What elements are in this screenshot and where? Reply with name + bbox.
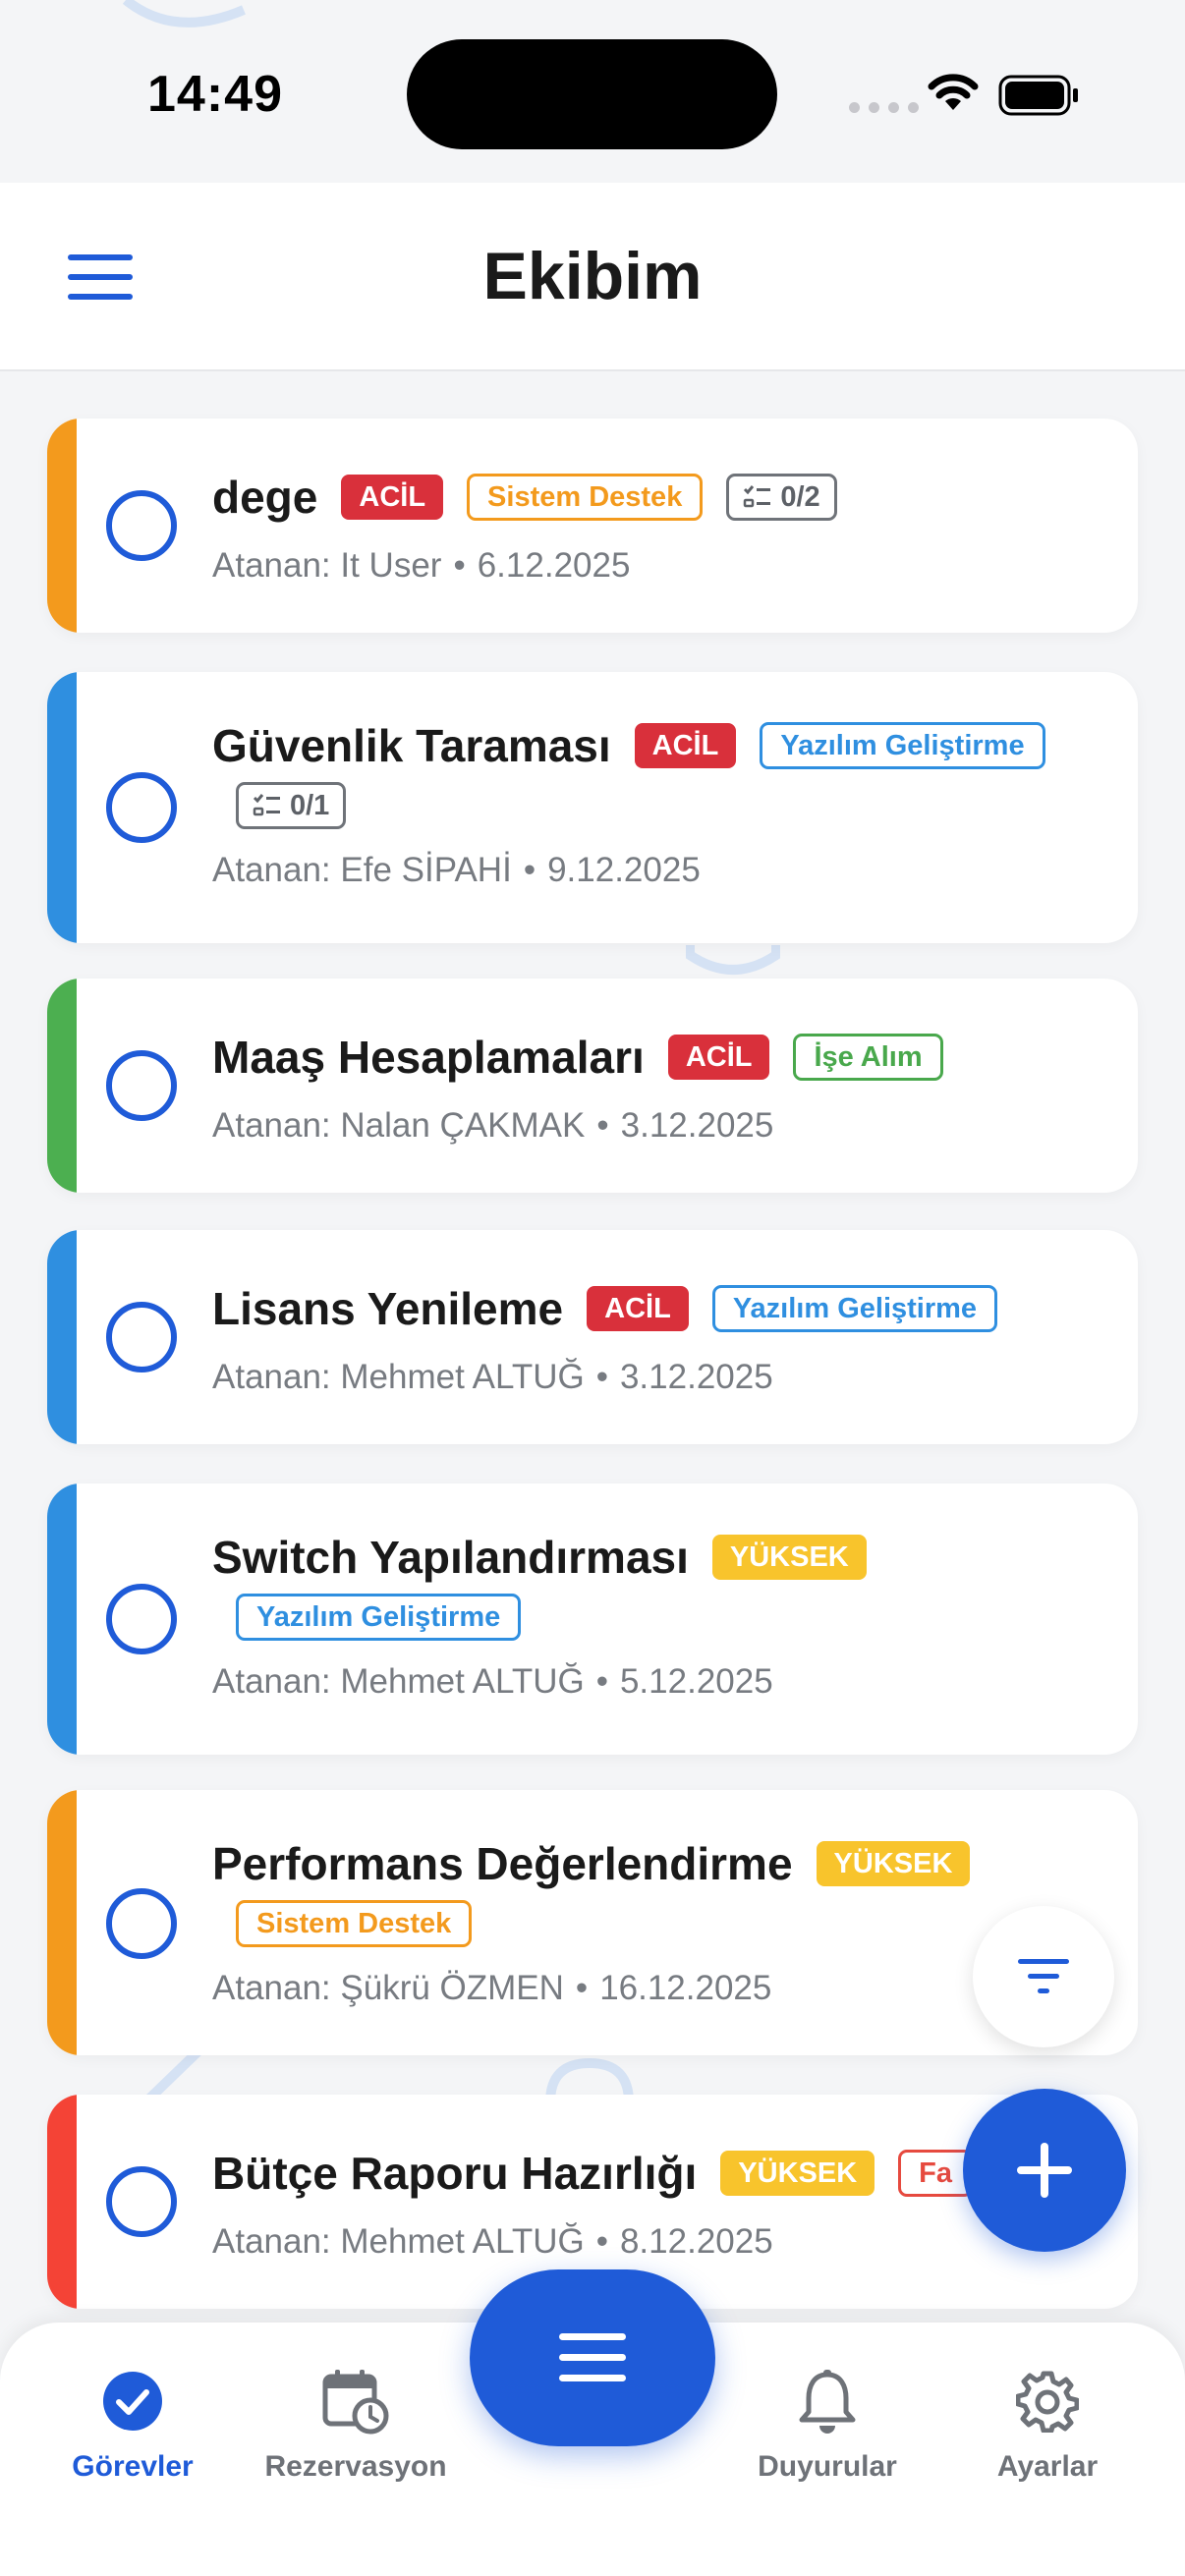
- task-date: 5.12.2025: [619, 1662, 773, 1701]
- tab-tasks-label: Görevler: [72, 2450, 194, 2483]
- meta-separator: •: [595, 1358, 608, 1396]
- category-badge: Yazılım Geliştirme: [236, 1594, 522, 1641]
- page-title: Ekibim: [482, 239, 703, 313]
- task-title: Güvenlik Taraması: [212, 720, 611, 771]
- meta-separator: •: [575, 1969, 589, 2007]
- category-badge: Fa: [898, 2150, 973, 2197]
- meta-separator: •: [523, 851, 536, 889]
- main-menu-button[interactable]: [470, 2269, 715, 2446]
- bell-icon: [799, 2370, 856, 2434]
- task-accent-bar: [47, 672, 77, 943]
- tab-reservation[interactable]: Rezervasyon: [257, 2362, 454, 2484]
- battery-icon: [998, 75, 1078, 116]
- category-badge: Sistem Destek: [236, 1900, 473, 1947]
- task-date: 16.12.2025: [599, 1969, 772, 2007]
- priority-badge: ACİL: [634, 723, 737, 768]
- dynamic-island: [407, 39, 777, 149]
- task-title: dege: [212, 472, 318, 523]
- subtask-count: 0/1: [290, 790, 330, 821]
- priority-badge: ACİL: [667, 1035, 770, 1080]
- complete-task-checkbox[interactable]: [106, 490, 177, 561]
- task-card[interactable]: Performans Değerlendirme YÜKSEK Sistem D…: [47, 1790, 1138, 2055]
- task-title: Maaş Hesaplamaları: [212, 1032, 645, 1083]
- task-assignee: Atanan: Efe SİPAHİ: [212, 851, 512, 889]
- tab-tasks[interactable]: Görevler: [69, 2362, 197, 2484]
- task-assignee: Atanan: Nalan ÇAKMAK: [212, 1106, 586, 1145]
- task-accent-bar: [47, 1484, 77, 1755]
- task-card[interactable]: Güvenlik Taraması ACİL Yazılım Geliştirm…: [47, 672, 1138, 943]
- meta-separator: •: [453, 546, 466, 585]
- complete-task-checkbox[interactable]: [106, 772, 177, 843]
- app-header: Ekibim: [0, 183, 1185, 371]
- task-assignee: Atanan: Mehmet ALTUĞ: [212, 1662, 585, 1701]
- priority-badge: YÜKSEK: [720, 2151, 875, 2196]
- task-card[interactable]: Lisans Yenileme ACİL Yazılım Geliştirme …: [47, 1230, 1138, 1444]
- priority-badge: ACİL: [587, 1286, 689, 1331]
- meta-separator: •: [595, 1662, 608, 1701]
- category-badge: Yazılım Geliştirme: [760, 722, 1045, 769]
- subtask-counter: 0/2: [726, 474, 837, 521]
- task-card[interactable]: dege ACİL Sistem Destek 0/2 Atanan: It U…: [47, 419, 1138, 633]
- category-badge: İşe Alım: [793, 1034, 943, 1081]
- wifi-icon: [928, 74, 979, 110]
- task-accent-bar: [47, 419, 77, 633]
- priority-badge: YÜKSEK: [816, 1841, 971, 1886]
- task-accent-bar: [47, 2095, 77, 2309]
- add-task-button[interactable]: [963, 2089, 1126, 2252]
- status-time: 14:49: [147, 66, 283, 123]
- gear-icon: [1016, 2371, 1079, 2433]
- task-accent-bar: [47, 1230, 77, 1444]
- priority-badge: YÜKSEK: [711, 1535, 867, 1580]
- task-title: Performans Değerlendirme: [212, 1838, 793, 1889]
- subtask-counter: 0/1: [236, 782, 347, 829]
- category-badge: Yazılım Geliştirme: [711, 1285, 998, 1332]
- check-circle-icon: [103, 2372, 162, 2431]
- plus-icon: [1017, 2143, 1072, 2198]
- tab-settings[interactable]: Ayarlar: [979, 2362, 1116, 2484]
- task-title: Bütçe Raporu Hazırlığı: [212, 2148, 698, 2199]
- category-badge: Sistem Destek: [467, 474, 704, 521]
- task-accent-bar: [47, 1790, 77, 2055]
- task-assignee: Atanan: Mehmet ALTUĞ: [212, 2222, 585, 2261]
- complete-task-checkbox[interactable]: [106, 1584, 177, 1654]
- filter-icon: [1018, 1959, 1069, 1993]
- task-assignee: Atanan: Mehmet ALTUĞ: [212, 1358, 585, 1396]
- tab-announcements-label: Duyurular: [758, 2450, 897, 2483]
- filter-button[interactable]: [973, 1906, 1114, 2047]
- watermark-decoration: [122, 0, 246, 28]
- complete-task-checkbox[interactable]: [106, 2166, 177, 2237]
- task-date: 6.12.2025: [477, 546, 631, 585]
- task-date: 9.12.2025: [547, 851, 701, 889]
- task-accent-bar: [47, 979, 77, 1193]
- task-date: 3.12.2025: [619, 1358, 773, 1396]
- task-card[interactable]: Switch Yapılandırması YÜKSEK Yazılım Gel…: [47, 1484, 1138, 1755]
- meta-separator: •: [595, 2222, 608, 2261]
- complete-task-checkbox[interactable]: [106, 1050, 177, 1121]
- calendar-clock-icon: [322, 2370, 389, 2435]
- menu-icon: [559, 2333, 626, 2381]
- tab-announcements[interactable]: Duyurular: [739, 2362, 916, 2484]
- priority-badge: ACİL: [341, 475, 444, 520]
- tab-reservation-label: Rezervasyon: [264, 2450, 447, 2483]
- tab-settings-label: Ayarlar: [996, 2450, 1099, 2483]
- complete-task-checkbox[interactable]: [106, 1888, 177, 1959]
- task-assignee: Atanan: It User: [212, 546, 442, 585]
- task-title: Lisans Yenileme: [212, 1283, 564, 1334]
- checklist-icon: [253, 794, 280, 816]
- task-title: Switch Yapılandırması: [212, 1532, 689, 1583]
- task-card[interactable]: Maaş Hesaplamaları ACİL İşe Alım Atanan:…: [47, 979, 1138, 1193]
- complete-task-checkbox[interactable]: [106, 1302, 177, 1372]
- cellular-signal-icon: [849, 102, 919, 113]
- task-date: 3.12.2025: [620, 1106, 774, 1145]
- subtask-count: 0/2: [780, 481, 820, 513]
- task-date: 8.12.2025: [619, 2222, 773, 2261]
- meta-separator: •: [596, 1106, 609, 1145]
- task-assignee: Atanan: Şükrü ÖZMEN: [212, 1969, 564, 2007]
- checklist-icon: [744, 485, 771, 508]
